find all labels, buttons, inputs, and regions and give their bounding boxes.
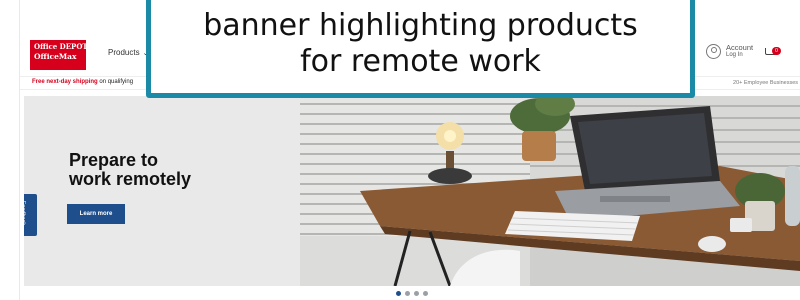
office-depot-logo[interactable]: Office DEPOT OfficeMax (30, 40, 88, 70)
hero-text-panel: Prepare to work remotely Learn more (24, 96, 300, 286)
hero-image[interactable] (300, 96, 800, 286)
remote-work-desk-photo (300, 96, 800, 286)
logo-text-bottom: OfficeMax (34, 52, 77, 61)
products-label: Products (108, 48, 140, 57)
hero-heading-line1: Prepare to (69, 150, 159, 170)
account-label: Account (726, 43, 754, 52)
caption-line1: banner highlighting products (203, 8, 638, 43)
feedback-label: Feedback (20, 200, 27, 226)
hero-heading-line2: work remotely (69, 169, 192, 189)
login-label: Log In (726, 52, 743, 58)
hero-heading: Prepare to work remotely (69, 151, 191, 189)
shipping-promo-highlight: Free next-day shipping (32, 79, 98, 85)
page: Office DEPOT OfficeMax Products⌄ Account… (0, 0, 800, 300)
left-gutter (0, 0, 20, 300)
feedback-tab[interactable]: Feedback (20, 194, 37, 236)
cart-button[interactable]: 0 (765, 46, 781, 58)
shipping-promo-text: on qualifying (99, 79, 134, 85)
learn-more-button[interactable]: Learn more (67, 204, 125, 224)
business-link[interactable]: 20+ Employee Businesses (733, 80, 798, 86)
cart-count-badge: 0 (772, 47, 781, 55)
shipping-promo[interactable]: Free next-day shipping on qualifying (32, 79, 133, 85)
carousel-dot-4[interactable] (423, 291, 428, 296)
caption-line2: for remote work (300, 44, 541, 79)
products-menu[interactable]: Products⌄ (108, 48, 148, 57)
caption-box: banner highlighting products for remote … (146, 0, 695, 98)
user-icon (706, 44, 721, 59)
carousel-dot-3[interactable] (414, 291, 419, 296)
logo-text-top: Office DEPOT (34, 42, 88, 51)
carousel-dot-2[interactable] (405, 291, 410, 296)
carousel-dot-1[interactable] (396, 291, 401, 296)
